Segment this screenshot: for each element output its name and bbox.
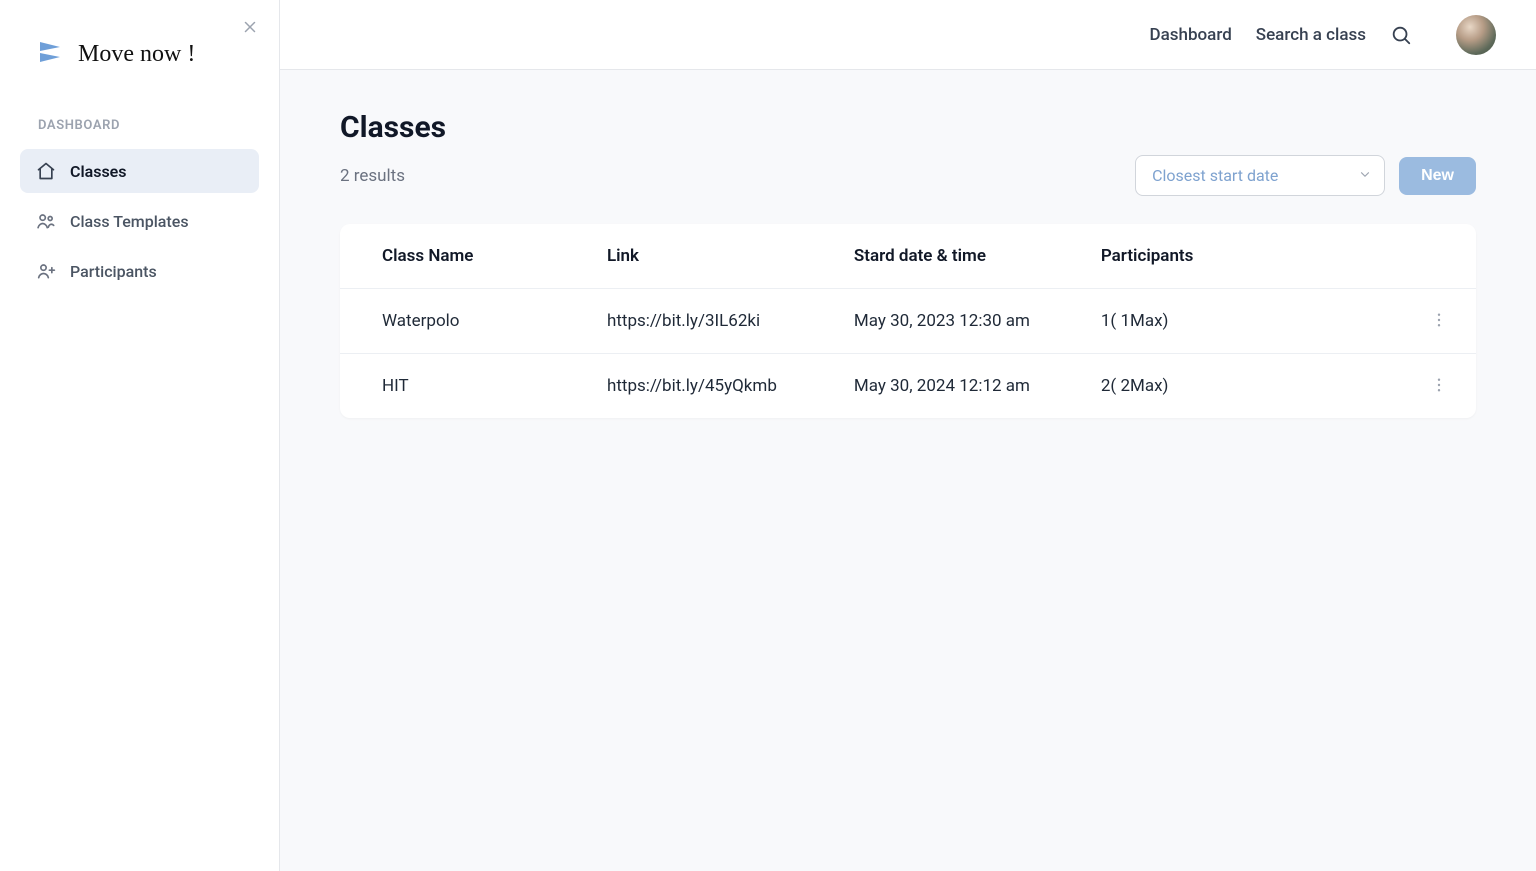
cell-start: May 30, 2024 12:12 am xyxy=(834,354,1081,419)
classes-table: Class Name Link Stard date & time Partic… xyxy=(340,224,1476,418)
user-plus-icon xyxy=(36,261,56,281)
sidebar-nav: Classes Class Templates Participants xyxy=(20,149,259,293)
right-pane: Dashboard Search a class Classes 2 resul… xyxy=(280,0,1536,871)
th-start-date: Stard date & time xyxy=(834,224,1081,289)
row-menu-button[interactable] xyxy=(1422,311,1456,329)
cell-link[interactable]: https://bit.ly/45yQkmb xyxy=(587,354,834,419)
cell-class-name: HIT xyxy=(340,354,587,419)
row-menu-button[interactable] xyxy=(1422,376,1456,394)
search-icon[interactable] xyxy=(1390,24,1412,46)
sidebar: Move now ! DASHBOARD Classes Class Templ… xyxy=(0,0,280,871)
sidebar-item-participants[interactable]: Participants xyxy=(20,249,259,293)
sidebar-item-class-templates[interactable]: Class Templates xyxy=(20,199,259,243)
cell-participants: 2( 2Max) xyxy=(1081,354,1402,419)
sidebar-item-label: Classes xyxy=(70,162,127,181)
cell-class-name: Waterpolo xyxy=(340,289,587,354)
chevron-down-icon xyxy=(1358,166,1372,185)
cell-link[interactable]: https://bit.ly/3IL62ki xyxy=(587,289,834,354)
cell-start: May 30, 2023 12:30 am xyxy=(834,289,1081,354)
table-row: Waterpolo https://bit.ly/3IL62ki May 30,… xyxy=(340,289,1476,354)
users-icon xyxy=(36,211,56,231)
table-row: HIT https://bit.ly/45yQkmb May 30, 2024 … xyxy=(340,354,1476,419)
brand-mark-icon xyxy=(38,38,66,70)
results-count: 2 results xyxy=(340,166,405,186)
sidebar-item-classes[interactable]: Classes xyxy=(20,149,259,193)
brand-logo[interactable]: Move now ! xyxy=(38,38,259,70)
sidebar-item-label: Class Templates xyxy=(70,212,189,231)
home-icon xyxy=(36,161,56,181)
sort-selected-label: Closest start date xyxy=(1152,166,1278,185)
th-actions xyxy=(1402,224,1476,289)
close-icon[interactable] xyxy=(241,18,259,40)
cell-participants: 1( 1Max) xyxy=(1081,289,1402,354)
th-class-name: Class Name xyxy=(340,224,587,289)
main-content: Classes 2 results Closest start date New… xyxy=(280,70,1536,871)
topnav-link-search-class[interactable]: Search a class xyxy=(1256,25,1366,45)
th-link: Link xyxy=(587,224,834,289)
brand-name: Move now ! xyxy=(78,41,195,68)
sidebar-section-label: DASHBOARD xyxy=(38,118,259,133)
sort-select[interactable]: Closest start date xyxy=(1135,155,1385,196)
page-title: Classes xyxy=(340,110,1476,145)
new-button[interactable]: New xyxy=(1399,157,1476,195)
topbar: Dashboard Search a class xyxy=(280,0,1536,70)
avatar[interactable] xyxy=(1456,15,1496,55)
topnav-link-dashboard[interactable]: Dashboard xyxy=(1150,25,1232,45)
sidebar-item-label: Participants xyxy=(70,262,157,281)
th-participants: Participants xyxy=(1081,224,1402,289)
